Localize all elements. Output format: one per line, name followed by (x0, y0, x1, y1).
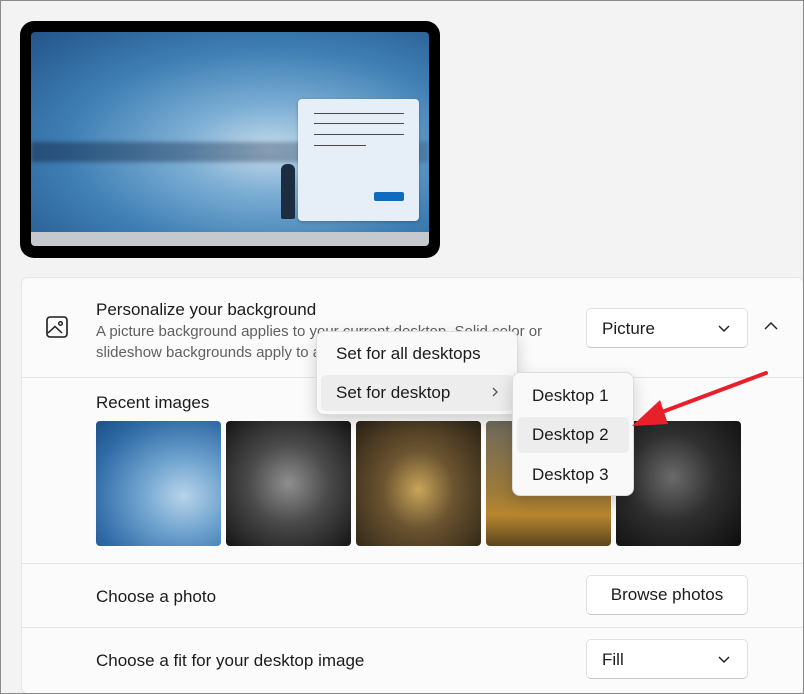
desktop-2-item[interactable]: Desktop 2 (517, 417, 629, 453)
set-for-desktop-item[interactable]: Set for desktop (321, 375, 513, 411)
background-type-value: Picture (602, 319, 655, 338)
image-icon (46, 316, 68, 338)
preview-window (298, 99, 419, 221)
choose-photo-label: Choose a photo (96, 587, 217, 606)
recent-image-3[interactable] (356, 421, 481, 546)
desktop-3-item[interactable]: Desktop 3 (517, 457, 629, 493)
chevron-down-icon (718, 656, 730, 663)
image-context-menu: Set for all desktops Set for desktop (316, 331, 518, 415)
preview-wallpaper (31, 32, 429, 246)
desktop-submenu: Desktop 1 Desktop 2 Desktop 3 (512, 372, 634, 496)
recent-image-1[interactable] (96, 421, 221, 546)
recent-images-label: Recent images (96, 393, 210, 412)
chevron-down-icon (718, 325, 730, 332)
chevron-up-icon[interactable] (763, 318, 779, 334)
browse-photos-button[interactable]: Browse photos (586, 575, 748, 615)
personalize-background-title: Personalize your background (96, 300, 317, 319)
desktop-1-item[interactable]: Desktop 1 (517, 378, 629, 414)
preview-taskbar (31, 232, 429, 246)
set-for-all-desktops-item[interactable]: Set for all desktops (321, 336, 513, 372)
chevron-right-icon (492, 387, 498, 397)
recent-image-2[interactable] (226, 421, 351, 546)
fit-value: Fill (602, 650, 624, 669)
background-type-dropdown[interactable]: Picture (586, 308, 748, 348)
desktop-preview (20, 21, 440, 258)
recent-image-5[interactable] (616, 421, 741, 546)
fit-dropdown[interactable]: Fill (586, 639, 748, 679)
choose-fit-label: Choose a fit for your desktop image (96, 651, 365, 670)
